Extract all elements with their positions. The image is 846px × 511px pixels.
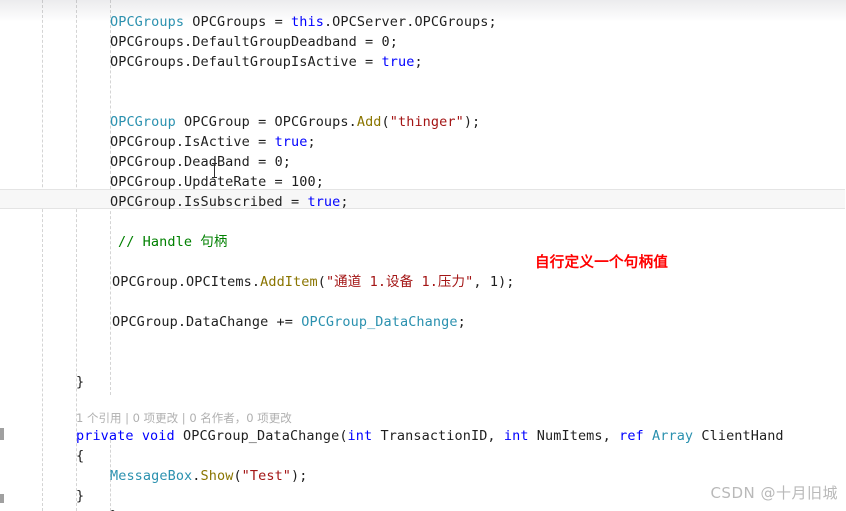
code-line: OPCGroup OPCGroup = OPCGroups.Add("thing… (110, 112, 480, 132)
code-token: OPCGroup.DataChange += (112, 314, 302, 330)
code-token: ); (498, 274, 515, 290)
code-line: OPCGroup.OPCItems.AddItem("通道 1.设备 1.压力"… (112, 272, 515, 292)
code-token: ; (457, 314, 466, 330)
code-token: } (76, 374, 85, 390)
code-token: true (307, 194, 341, 210)
code-token: ); (463, 114, 481, 130)
code-line: OPCGroup.IsActive = true; (110, 132, 316, 152)
code-token: 100 (291, 174, 316, 190)
code-token: OPCGroup.IsActive = (110, 134, 275, 150)
code-token: // Handle 句柄 (118, 234, 228, 250)
code-line: OPCGroup.IsSubscribed = true; (110, 192, 349, 212)
code-token: OPCGroup.UpdateRate = (110, 174, 292, 190)
code-token: 0 (274, 154, 283, 170)
code-token: TransactionID, (372, 428, 504, 444)
code-line: MessageBox.Show("Test"); (110, 466, 308, 486)
code-token: ; (282, 154, 292, 170)
code-token: OPCGroups.DefaultGroupDeadband = (110, 34, 382, 50)
red-annotation-label: 自行定义一个句柄值 (535, 255, 669, 271)
code-line: } (110, 506, 118, 511)
code-token: AddItem (260, 274, 318, 290)
code-token: "Test" (241, 468, 292, 484)
code-token: MessageBox (110, 468, 193, 484)
code-line: private void OPCGroup_DataChange(int Tra… (76, 426, 784, 446)
code-editor-screenshot: OPCGroups OPCGroups = this.OPCServer.OPC… (0, 0, 846, 511)
code-token: ( (233, 468, 242, 484)
code-token: . (192, 468, 201, 484)
code-token: { (76, 448, 85, 464)
code-token: OPCGroup.IsSubscribed = (110, 194, 308, 210)
code-token: true (381, 54, 415, 70)
code-token: ; (414, 54, 423, 70)
code-line: { (76, 446, 84, 466)
code-token: Show (200, 468, 234, 484)
code-line: OPCGroup.UpdateRate = 100; (110, 172, 324, 192)
code-token: ( (339, 428, 348, 444)
code-token: ; (315, 174, 324, 190)
code-line: OPCGroup.DataChange += OPCGroup_DataChan… (112, 312, 466, 332)
code-line: OPCGroups OPCGroups = this.OPCServer.OPC… (110, 12, 497, 32)
code-token: 0 (381, 34, 390, 50)
code-token: ; (307, 134, 316, 150)
code-line: } (76, 372, 84, 392)
code-line: } (76, 486, 84, 506)
code-token: OPCGroups.DefaultGroupIsActive = (110, 54, 382, 70)
code-token: true (274, 134, 308, 150)
code-token: OPCGroups (110, 14, 185, 30)
change-indicator-bar-2 (0, 494, 4, 503)
code-token: , (473, 274, 490, 290)
code-token: OPCGroup_DataChange (182, 428, 340, 444)
code-token: "thinger" (389, 114, 464, 130)
code-line: OPCGroups.DefaultGroupIsActive = true; (110, 52, 423, 72)
code-token: Add (356, 114, 382, 130)
code-token: OPCGroups = (184, 14, 292, 30)
code-line: // Handle 句柄 (118, 232, 227, 252)
code-token: "通道 1.设备 1.压力" (325, 274, 474, 290)
code-text-area[interactable]: OPCGroups OPCGroups = this.OPCServer.OPC… (0, 0, 846, 511)
code-token: private (76, 428, 134, 444)
code-token: ClientHand (693, 428, 784, 444)
code-token: OPCGroup_DataChange (301, 314, 458, 330)
code-token: ( (381, 114, 390, 130)
code-token: 1 (489, 274, 499, 290)
code-token: OPCGroup = OPCGroups. (175, 114, 357, 130)
code-token: } (76, 488, 85, 504)
code-token: OPCGroup.OPCItems. (112, 274, 261, 290)
code-token: int (503, 428, 529, 444)
code-token: Array (652, 428, 694, 444)
code-token: ; (389, 34, 398, 50)
code-token: ( (317, 274, 326, 290)
csdn-watermark: CSDN @十月旧城 (710, 484, 838, 502)
change-indicator-bar-1 (0, 428, 4, 440)
code-line: OPCGroup.DeadBand = 0; (110, 152, 291, 172)
code-token: void (141, 428, 175, 444)
code-line: OPCGroups.DefaultGroupDeadband = 0; (110, 32, 398, 52)
code-token: NumItems, (528, 428, 620, 444)
code-token: .OPCServer.OPCGroups; (323, 14, 497, 30)
code-token: OPCGroup (110, 114, 176, 130)
code-token: ; (340, 194, 349, 210)
codelens-references[interactable]: 1 个引用 | 0 项更改 | 0 名作者，0 项更改 (76, 411, 292, 425)
code-token: int (347, 428, 373, 444)
code-token: this (291, 14, 324, 30)
code-token: ); (291, 468, 308, 484)
code-token: OPCGroup.DeadBand = (110, 154, 275, 170)
code-token: ref (619, 428, 644, 444)
